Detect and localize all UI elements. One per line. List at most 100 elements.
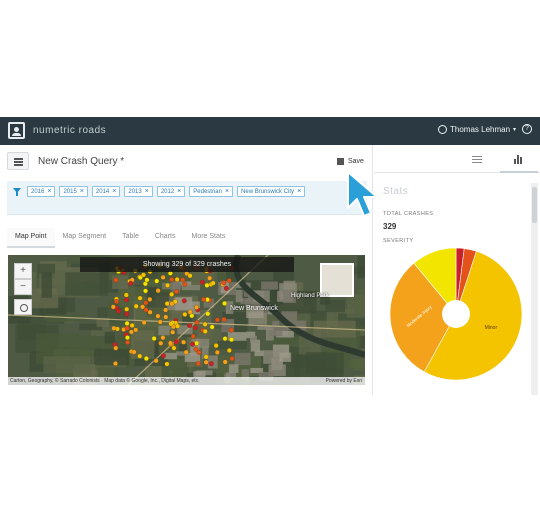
crash-point[interactable]	[192, 325, 198, 331]
crash-point[interactable]	[155, 288, 161, 294]
query-title[interactable]: New Crash Query *	[38, 156, 124, 167]
crash-point[interactable]	[163, 314, 169, 320]
crash-point[interactable]	[113, 361, 118, 366]
crash-point[interactable]	[125, 335, 130, 341]
crash-point[interactable]	[153, 358, 159, 364]
crash-point[interactable]	[165, 282, 170, 288]
crash-point[interactable]	[194, 340, 200, 346]
crash-point[interactable]	[161, 353, 166, 359]
crash-point[interactable]	[143, 307, 149, 313]
crash-point[interactable]	[199, 279, 205, 285]
crash-point[interactable]	[147, 296, 153, 302]
crash-point[interactable]	[183, 349, 189, 355]
crash-point[interactable]	[157, 319, 163, 325]
crash-point[interactable]	[171, 345, 177, 351]
help-icon[interactable]: ?	[522, 124, 532, 134]
close-icon[interactable]: ×	[177, 188, 181, 195]
crash-point[interactable]	[222, 300, 227, 306]
crash-point[interactable]	[194, 304, 200, 310]
crash-point[interactable]	[181, 339, 187, 345]
crash-point[interactable]	[180, 277, 186, 283]
crash-point[interactable]	[226, 278, 232, 284]
crash-point[interactable]	[147, 309, 153, 315]
close-icon[interactable]: ×	[80, 188, 84, 195]
crash-point[interactable]	[205, 311, 211, 317]
crash-point[interactable]	[168, 321, 174, 327]
crash-point[interactable]	[131, 349, 137, 355]
menu-button[interactable]	[7, 152, 29, 170]
scrollbar[interactable]	[531, 183, 538, 395]
crash-point[interactable]	[125, 339, 131, 345]
crash-point[interactable]	[228, 327, 234, 333]
crash-point[interactable]	[187, 309, 193, 315]
crash-point[interactable]	[174, 289, 179, 295]
crash-point[interactable]	[229, 337, 234, 343]
crash-point[interactable]	[111, 325, 117, 331]
crash-point[interactable]	[190, 333, 196, 339]
crash-point[interactable]	[203, 354, 209, 360]
zoom-in-button[interactable]: +	[14, 263, 32, 279]
crash-point[interactable]	[124, 311, 130, 317]
crash-point[interactable]	[123, 292, 129, 298]
tab-map-segment[interactable]: Map Segment	[55, 228, 115, 248]
crash-point[interactable]	[128, 280, 134, 286]
crash-point[interactable]	[226, 348, 232, 353]
crash-point[interactable]	[124, 306, 130, 312]
crash-point[interactable]	[214, 317, 220, 323]
crash-point[interactable]	[195, 361, 201, 367]
crash-point[interactable]	[164, 301, 170, 307]
crash-point[interactable]	[113, 345, 119, 351]
crash-point[interactable]	[164, 361, 170, 367]
crash-point[interactable]	[124, 325, 130, 331]
tab-charts[interactable]: Charts	[147, 228, 184, 248]
close-icon[interactable]: ×	[145, 188, 149, 195]
crash-point[interactable]	[143, 300, 149, 306]
crash-point[interactable]	[158, 340, 164, 346]
crash-point[interactable]	[144, 277, 150, 283]
crash-point[interactable]	[208, 361, 214, 367]
scrollbar-thumb[interactable]	[532, 187, 537, 223]
filter-chip[interactable]: 2012 ×	[156, 186, 186, 197]
tab-more-stats[interactable]: More Stats	[183, 228, 233, 248]
crash-point[interactable]	[203, 359, 209, 365]
crash-point[interactable]	[187, 273, 193, 279]
crash-point[interactable]	[174, 276, 180, 282]
sliders-icon[interactable]	[472, 154, 482, 164]
filter-chip[interactable]: 2014 ×	[91, 186, 121, 197]
crash-point[interactable]	[169, 301, 175, 307]
crash-point[interactable]	[209, 324, 215, 330]
crash-point[interactable]	[170, 329, 176, 335]
filter-chip[interactable]: Pedestrian ×	[189, 186, 234, 197]
crash-point[interactable]	[154, 278, 160, 284]
crash-point[interactable]	[187, 323, 193, 329]
crash-point[interactable]	[207, 275, 213, 281]
bar-chart-icon[interactable]	[514, 154, 524, 164]
crash-point[interactable]	[181, 298, 187, 304]
filter-chip[interactable]: 2013 ×	[124, 186, 153, 197]
crash-point[interactable]	[141, 272, 146, 278]
crash-point[interactable]	[221, 316, 227, 322]
filter-chip[interactable]: New Brunswick City ×	[237, 186, 306, 197]
crash-point[interactable]	[128, 329, 134, 335]
crash-point[interactable]	[182, 312, 188, 317]
crash-point[interactable]	[143, 356, 149, 362]
crash-point[interactable]	[169, 277, 175, 282]
crash-point[interactable]	[141, 320, 147, 325]
tab-map-point[interactable]: Map Point	[7, 228, 55, 248]
tab-table[interactable]: Table	[114, 228, 147, 248]
filter-icon[interactable]	[13, 188, 21, 196]
crash-point[interactable]	[201, 297, 207, 302]
crash-point[interactable]	[129, 323, 135, 328]
crash-point[interactable]	[133, 327, 139, 333]
locate-icon[interactable]	[14, 299, 32, 315]
crash-point[interactable]	[163, 307, 169, 313]
crash-point[interactable]	[196, 349, 202, 355]
crash-point[interactable]	[175, 323, 180, 329]
crash-point[interactable]	[221, 280, 227, 286]
crash-point[interactable]	[169, 291, 175, 297]
user-menu[interactable]: Thomas Lehman ▾	[438, 125, 516, 134]
crash-point[interactable]	[123, 297, 129, 303]
crash-point[interactable]	[137, 353, 143, 359]
crash-map[interactable]: Showing 329 of 329 crashes + − New Bruns…	[8, 255, 365, 385]
filter-chip[interactable]: 2015 ×	[59, 186, 88, 197]
